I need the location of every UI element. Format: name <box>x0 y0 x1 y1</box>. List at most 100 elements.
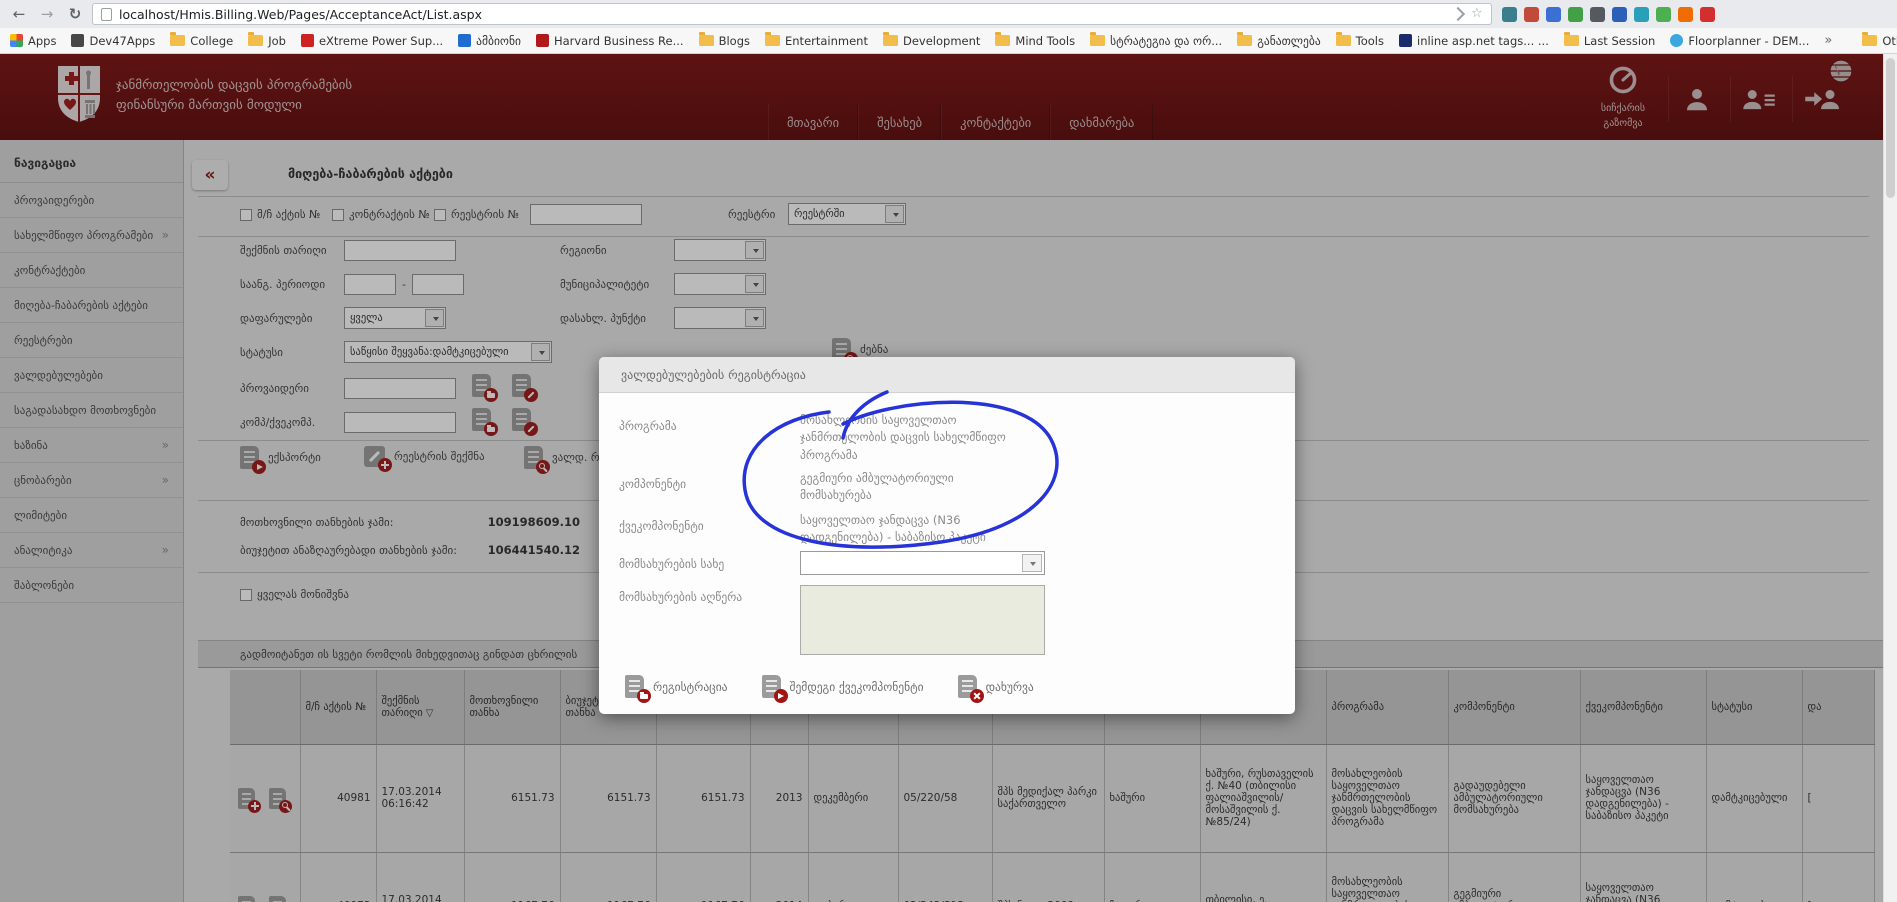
bookmark-item[interactable]: Blogs <box>699 34 750 48</box>
nav-about[interactable]: შესახებ <box>858 104 941 140</box>
bookmark-star-icon[interactable] <box>1471 8 1483 20</box>
vertical-scrollbar[interactable] <box>1883 54 1897 902</box>
export-button[interactable]: ექსპორტი <box>240 446 321 469</box>
sidebar-item-obligations[interactable]: ვალდებულებები <box>0 358 183 393</box>
bookmark-item[interactable]: Harvard Business Re... <box>536 34 684 48</box>
contract-no-filter[interactable]: კონტრაქტის № <box>332 208 430 221</box>
provider-lookup-button[interactable] <box>472 374 491 397</box>
sidebar-item-limits[interactable]: ლიმიტები <box>0 498 183 533</box>
region-select[interactable] <box>674 239 766 261</box>
sidebar-item-registries[interactable]: რეესტრები <box>0 323 183 358</box>
modal-close-button[interactable]: დახურვა <box>958 675 1034 698</box>
bookmark-item[interactable]: Dev47Apps <box>71 34 155 48</box>
period-to-input[interactable] <box>412 274 464 295</box>
row-view-button[interactable] <box>269 788 286 809</box>
col-created[interactable]: შექმნის თარიღი <box>376 670 464 744</box>
send-icon[interactable] <box>1451 7 1465 21</box>
col-act-no[interactable]: მ/ჩ აქტის № <box>300 670 376 744</box>
extension-icon-9[interactable] <box>1678 7 1693 22</box>
extension-icon-10[interactable] <box>1700 7 1715 22</box>
user-profile-button[interactable] <box>1668 76 1724 122</box>
covered-select[interactable]: ყველა <box>344 307 446 329</box>
extension-icon-6[interactable] <box>1612 7 1627 22</box>
created-date-input[interactable] <box>344 240 456 261</box>
sidebar-item-providers[interactable]: პროვაიდერები <box>0 183 183 218</box>
select-all-checkbox[interactable]: ყველას მონიშვნა <box>240 588 349 601</box>
nav-home[interactable]: მთავარი <box>768 104 858 140</box>
reload-icon[interactable] <box>64 5 86 23</box>
scrollbar-thumb[interactable] <box>1886 58 1895 198</box>
bookmark-item[interactable]: inline asp.net tags... ... <box>1399 34 1549 48</box>
bookmark-item[interactable]: Entertainment <box>765 34 868 48</box>
bookmark-item[interactable]: eXtreme Power Sup... <box>301 34 443 48</box>
bookmark-item[interactable]: Job <box>248 34 286 48</box>
period-from-input[interactable] <box>344 274 396 295</box>
sidebar-item-references[interactable]: ცნობარები <box>0 463 183 498</box>
col-component[interactable]: კომპონენტი <box>1448 670 1580 744</box>
other-bookmarks[interactable]: Other bookmarks <box>1862 34 1897 48</box>
sidebar-item-templates[interactable]: შაბლონები <box>0 568 183 603</box>
col-program[interactable]: პროგრამა <box>1326 670 1448 744</box>
col-extra[interactable]: და <box>1802 670 1874 744</box>
registry-select[interactable]: რეესტრში <box>788 203 906 225</box>
act-no-filter[interactable]: მ/ჩ აქტის № <box>240 208 321 221</box>
modal-register-button[interactable]: რეგისტრაცია <box>625 675 728 698</box>
col-subcomponent[interactable]: ქვეკომპონენტი <box>1580 670 1706 744</box>
checkbox[interactable] <box>240 209 252 221</box>
sidebar-item-analytics[interactable]: ანალიტიკა <box>0 533 183 568</box>
speed-test-button[interactable]: სიჩქარის გაზომვა <box>1585 64 1661 131</box>
bookmark-item[interactable]: სტრატეგია და ორ... <box>1090 34 1222 48</box>
extension-icon-8[interactable] <box>1656 7 1671 22</box>
status-select[interactable]: საწყისი შეყვანა:დამტკიცებული <box>344 341 552 363</box>
bookmark-item[interactable]: Last Session <box>1564 34 1656 48</box>
checkbox[interactable] <box>434 209 446 221</box>
sidebar-item-state-programs[interactable]: სახელმწიფო პროგრამები <box>0 218 183 253</box>
registry-no-filter[interactable]: რეესტრის № <box>434 208 519 221</box>
sidebar-item-treasury[interactable]: ხაზინა <box>0 428 183 463</box>
bookmark-item[interactable]: განათლება <box>1237 34 1320 48</box>
component-input[interactable] <box>344 412 456 433</box>
language-globe-button[interactable] <box>1828 58 1854 88</box>
provider-input[interactable] <box>344 378 456 399</box>
extension-icon-2[interactable] <box>1524 7 1539 22</box>
component-clear-button[interactable] <box>512 408 531 431</box>
col-status[interactable]: სტატუსი <box>1706 670 1802 744</box>
provider-clear-button[interactable] <box>512 374 531 397</box>
bookmark-item[interactable]: Development <box>883 34 980 48</box>
checkbox[interactable] <box>332 209 344 221</box>
sidebar-item-contracts[interactable]: კონტრაქტები <box>0 253 183 288</box>
row-add-button[interactable] <box>238 788 255 809</box>
extension-icon-1[interactable] <box>1502 7 1517 22</box>
nav-contacts[interactable]: კონტაქტები <box>941 104 1050 140</box>
checkbox[interactable] <box>240 589 252 601</box>
bookmark-apps[interactable]: Apps <box>10 34 56 48</box>
bookmarks-overflow-icon[interactable] <box>1824 33 1832 48</box>
row-add-button[interactable] <box>238 896 255 902</box>
bookmark-item[interactable]: College <box>170 34 233 48</box>
bookmark-item[interactable]: Floorplanner - DEM... <box>1670 34 1809 48</box>
create-registry-button[interactable]: რეესტრის შექმნა <box>364 446 485 467</box>
extension-icon-7[interactable] <box>1634 7 1649 22</box>
sort-desc-icon[interactable] <box>426 708 434 719</box>
extension-icon-5[interactable] <box>1590 7 1605 22</box>
extension-icon-4[interactable] <box>1568 7 1583 22</box>
bookmark-item[interactable]: Mind Tools <box>995 34 1075 48</box>
modal-next-subcomponent-button[interactable]: შემდეგი ქვეკომპონენტი <box>762 675 924 698</box>
sidebar-item-acceptance-acts[interactable]: მიღება-ჩაბარების აქტები <box>0 288 183 323</box>
bookmark-item[interactable]: ამბიონი <box>458 34 521 48</box>
settlement-select[interactable] <box>674 307 766 329</box>
col-requested[interactable]: მოთხოვნილი თანხა <box>464 670 560 744</box>
component-lookup-button[interactable] <box>472 408 491 431</box>
nav-help[interactable]: დახმარება <box>1050 104 1153 140</box>
registry-no-input[interactable] <box>530 204 642 225</box>
forward-icon[interactable] <box>36 5 58 23</box>
municipality-select[interactable] <box>674 273 766 295</box>
address-bar[interactable]: localhost/Hmis.Billing.Web/Pages/Accepta… <box>92 3 1492 25</box>
user-list-button[interactable] <box>1730 76 1786 122</box>
sidebar-collapse-button[interactable] <box>192 160 228 190</box>
extension-icon-3[interactable] <box>1546 7 1561 22</box>
sidebar-item-payment-requests[interactable]: საგადასახდო მოთხოვნები <box>0 393 183 428</box>
back-icon[interactable] <box>8 5 30 23</box>
bookmark-item[interactable]: Tools <box>1336 34 1384 48</box>
url-text[interactable]: localhost/Hmis.Billing.Web/Pages/Accepta… <box>119 7 1446 22</box>
